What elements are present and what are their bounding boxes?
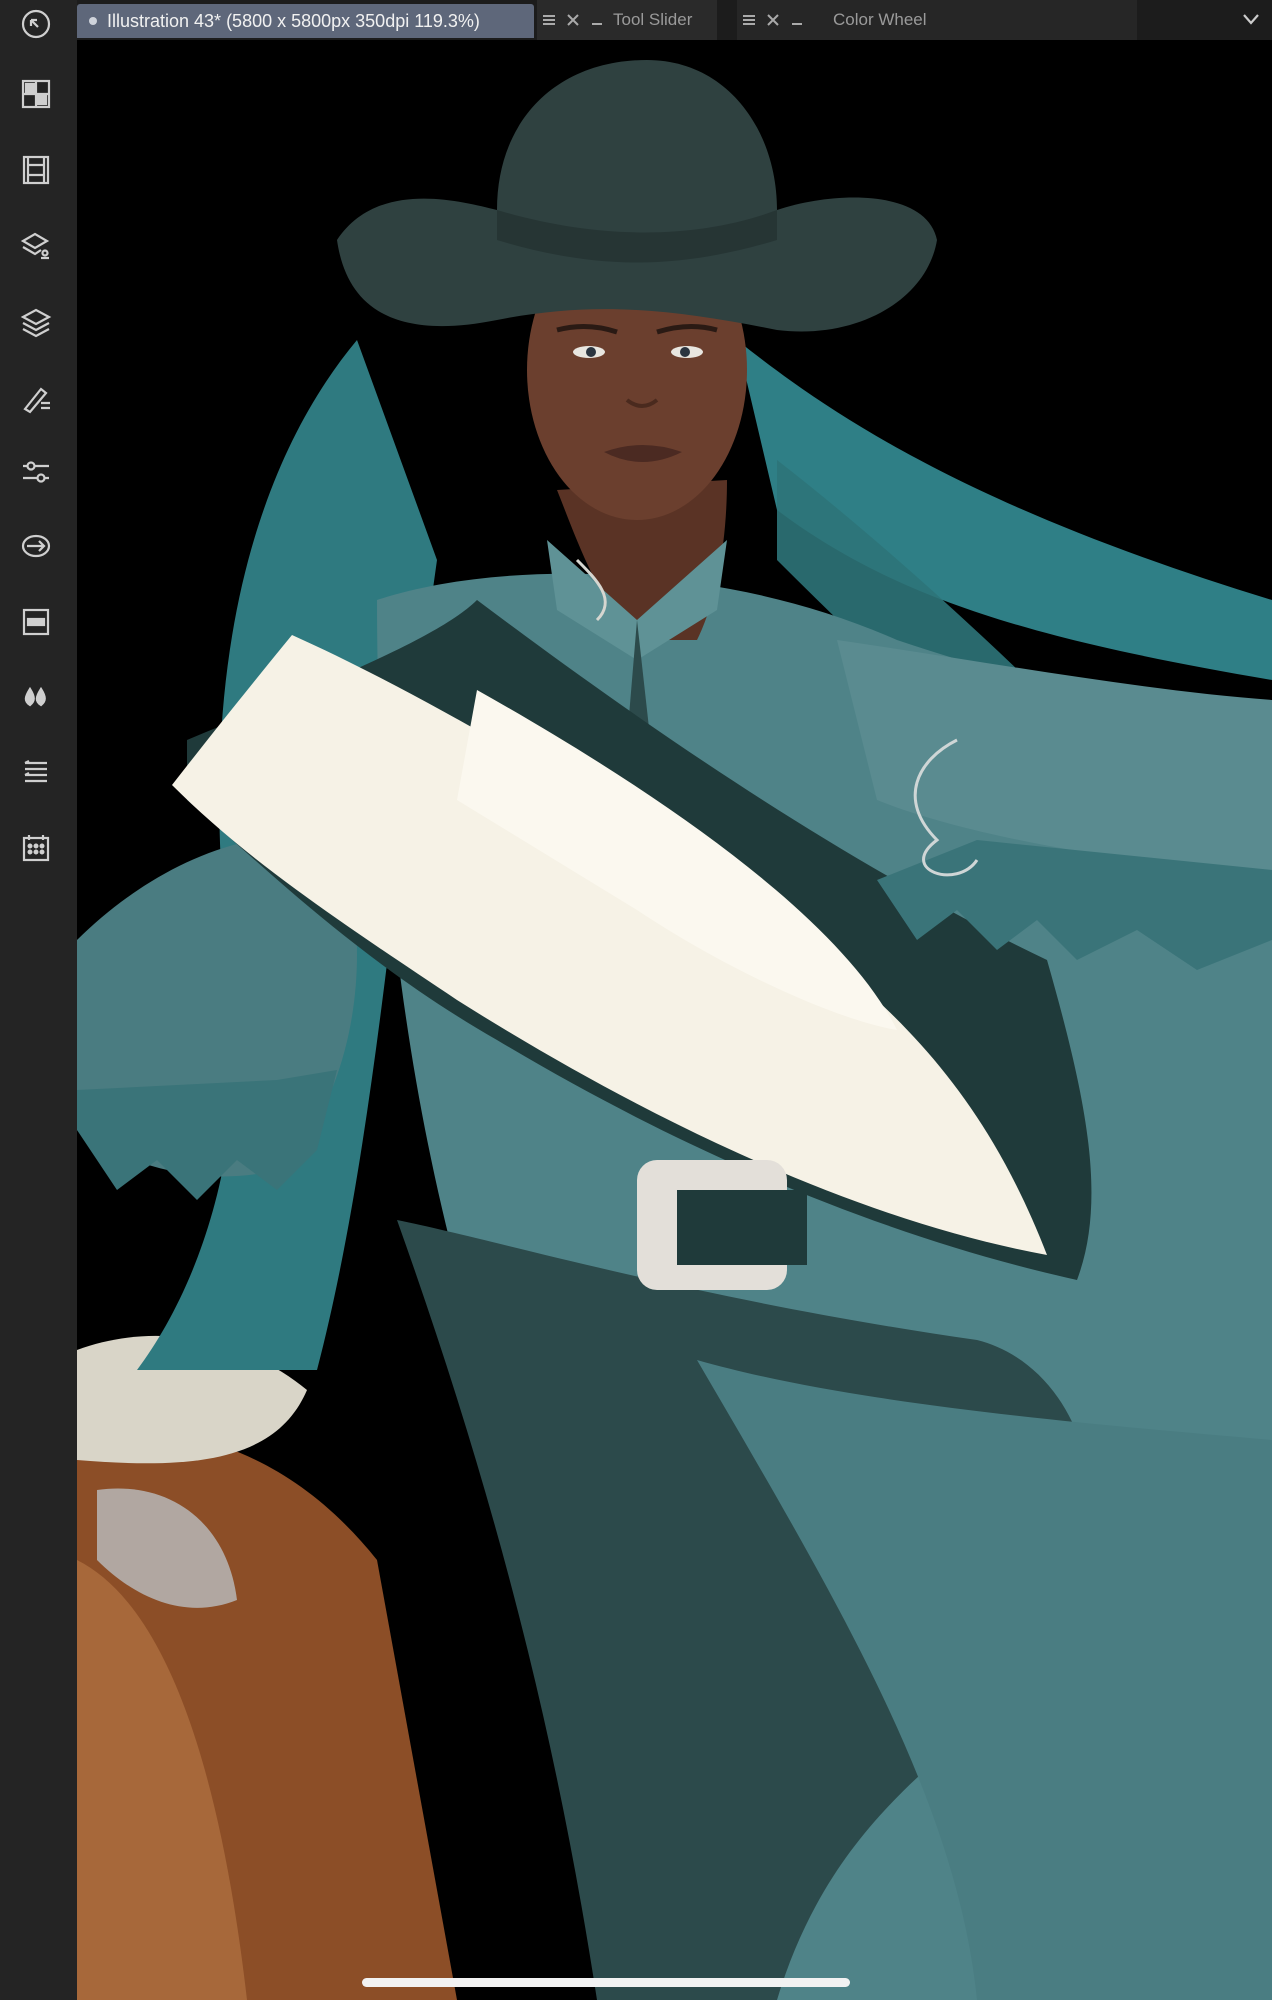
chevron-down-icon[interactable] [1240,8,1264,32]
calendar-grid-icon[interactable] [14,826,58,870]
tool-property-brush-icon[interactable] [14,376,58,420]
document-title: Illustration 43* (5800 x 5800px 350dpi 1… [107,10,480,31]
minimize-icon[interactable] [785,8,809,32]
navigator-icon[interactable] [14,600,58,644]
home-indicator[interactable] [362,1978,850,1987]
minimize-icon[interactable] [585,8,609,32]
document-tab[interactable]: Illustration 43* (5800 x 5800px 350dpi 1… [77,4,534,38]
tab-bar: Illustration 43* (5800 x 5800px 350dpi 1… [77,0,1272,40]
layers-icon[interactable] [14,300,58,344]
tab-tool-slider[interactable]: Tool Slider [537,0,717,40]
materials-icon[interactable] [14,224,58,268]
tab-color-wheel[interactable]: Color Wheel [737,0,1137,40]
drag-handle-icon[interactable] [537,8,561,32]
tool-rail [0,0,78,2000]
color-drops-icon[interactable] [14,676,58,720]
animation-timeline-icon[interactable] [14,148,58,192]
unsaved-dot-icon [89,17,97,25]
close-icon[interactable] [561,8,585,32]
app-logo-icon[interactable] [14,2,58,46]
sub-tool-grid-icon[interactable] [14,72,58,116]
layer-property-list-icon[interactable] [14,750,58,794]
drawing-canvas[interactable] [77,40,1272,2000]
close-icon[interactable] [761,8,785,32]
drag-handle-icon[interactable] [737,8,761,32]
adjustment-sliders-icon[interactable] [14,450,58,494]
transform-arrow-icon[interactable] [14,524,58,568]
illustration-artwork [77,60,1272,2000]
tool-slider-label: Tool Slider [613,10,693,29]
color-wheel-label: Color Wheel [833,10,927,29]
